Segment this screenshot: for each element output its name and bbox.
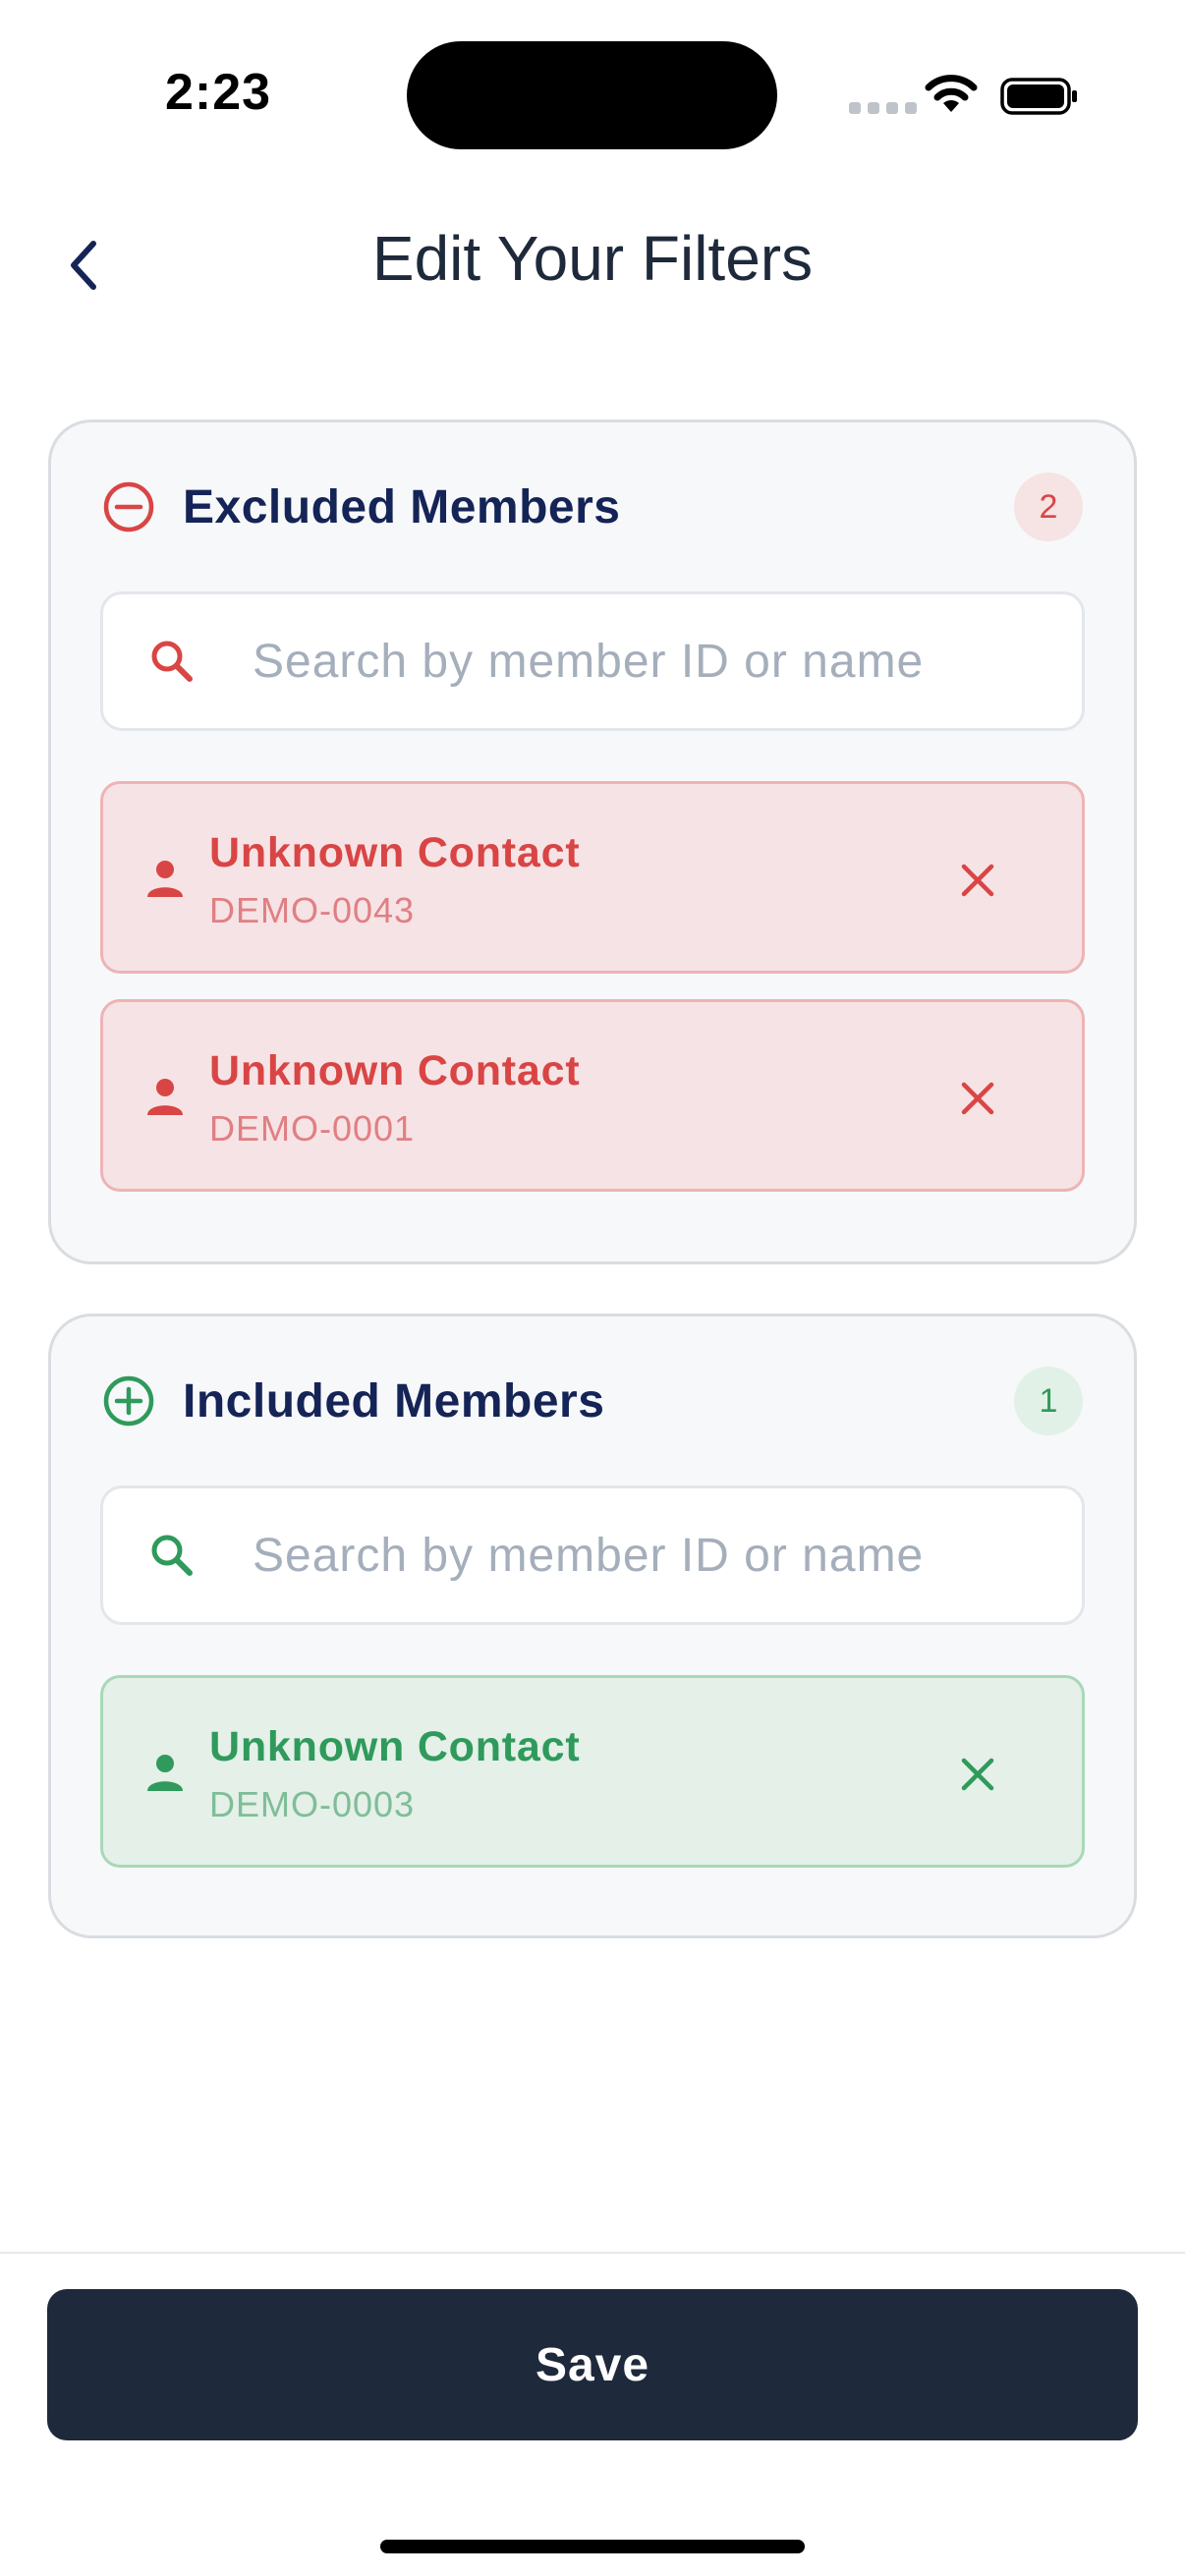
search-icon (151, 641, 193, 682)
home-indicator (380, 2540, 805, 2553)
excluded-search-input[interactable] (253, 634, 1082, 689)
person-icon (147, 1755, 183, 1791)
included-members-title: Included Members (183, 1374, 605, 1428)
included-members-card: Included Members 1 Unknown Contact DEMO-… (48, 1314, 1137, 1938)
excluded-members-card: Excluded Members 2 Unknown Contact DEMO-… (48, 420, 1137, 1264)
member-id: DEMO-0001 (209, 1108, 416, 1148)
included-search-input[interactable] (253, 1528, 1082, 1583)
excluded-members-title: Excluded Members (183, 480, 621, 533)
plus-circle-icon (103, 1375, 154, 1427)
member-id: DEMO-0003 (209, 1784, 416, 1824)
close-icon (961, 864, 994, 897)
member-name: Unknown Contact (209, 829, 581, 876)
remove-member-button[interactable] (952, 855, 1003, 906)
excluded-search-box[interactable] (100, 591, 1085, 731)
battery-icon (1000, 78, 1077, 115)
included-count-badge: 1 (1014, 1367, 1083, 1435)
cellular-signal-icon (849, 102, 917, 114)
close-icon (961, 1082, 994, 1115)
excluded-members-header: Excluded Members 2 (102, 473, 1083, 541)
member-name: Unknown Contact (209, 1723, 581, 1770)
included-search-box[interactable] (100, 1485, 1085, 1625)
included-members-header: Included Members 1 (102, 1367, 1083, 1435)
remove-member-button[interactable] (952, 1749, 1003, 1800)
page-title: Edit Your Filters (371, 223, 814, 294)
included-member-row: Unknown Contact DEMO-0003 (100, 1675, 1085, 1868)
search-icon (151, 1535, 193, 1576)
close-icon (961, 1758, 994, 1791)
person-icon (147, 1079, 183, 1115)
member-name: Unknown Contact (209, 1047, 581, 1094)
member-id: DEMO-0043 (209, 890, 416, 930)
wifi-icon (925, 75, 978, 112)
save-button[interactable]: Save (47, 2289, 1138, 2440)
excluded-member-row: Unknown Contact DEMO-0001 (100, 999, 1085, 1192)
person-icon (147, 861, 183, 897)
remove-member-button[interactable] (952, 1073, 1003, 1124)
excluded-count-badge: 2 (1014, 473, 1083, 541)
edit-filters-screen: 2:23 Edit Your Filters Excluded Members … (0, 0, 1185, 2576)
status-time: 2:23 (165, 64, 272, 121)
dynamic-island (407, 41, 777, 149)
minus-circle-icon (103, 481, 154, 532)
excluded-member-row: Unknown Contact DEMO-0043 (100, 781, 1085, 974)
footer-divider (0, 2252, 1185, 2254)
